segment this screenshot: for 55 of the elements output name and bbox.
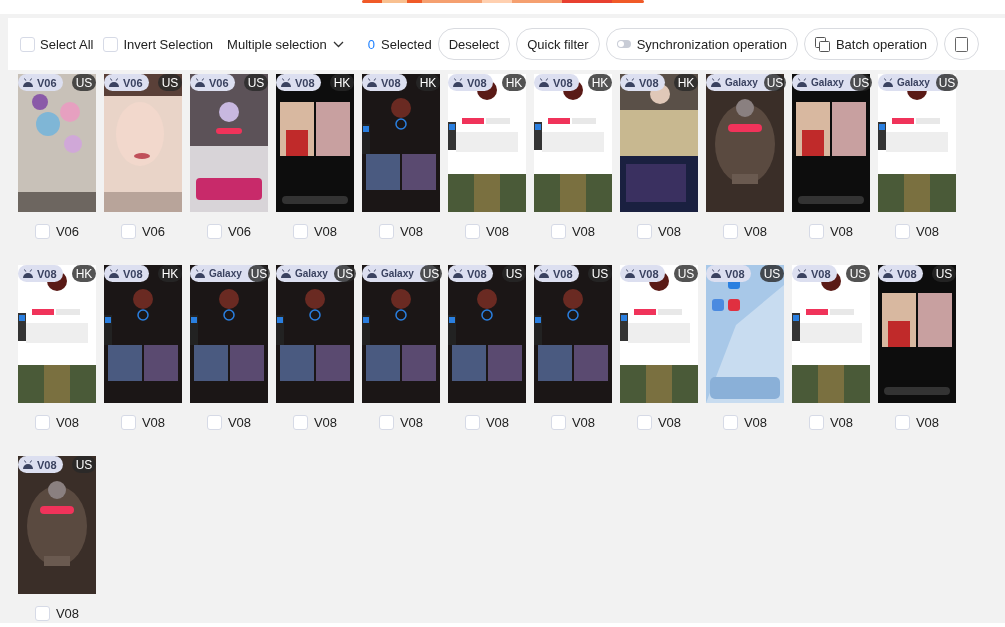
device-name: V08 [399, 224, 424, 239]
device-name: V08 [399, 415, 424, 430]
select-all-checkbox[interactable]: Select All [20, 36, 94, 52]
toolbar-button[interactable]: Synchronization operation [605, 28, 798, 60]
model-badge: V06 [18, 74, 63, 91]
device-name: V06 [55, 224, 80, 239]
device-name: V08 [485, 415, 510, 430]
region-badge: US [936, 74, 958, 91]
region-badge: US [334, 265, 356, 282]
selection-mode-dropdown[interactable]: Multiple selection [223, 36, 348, 52]
model-badge: V06 [190, 74, 235, 91]
device-name: V08 [313, 224, 338, 239]
model-badge: V08 [792, 265, 837, 282]
device-name: V08 [657, 224, 682, 239]
model-badge: V08 [448, 74, 493, 91]
model-badge: V06 [104, 74, 149, 91]
device-name: V08 [485, 224, 510, 239]
device-name: V08 [313, 415, 338, 430]
toolbar-button[interactable]: Batch operation [803, 28, 939, 60]
model-badge: V08 [878, 265, 923, 282]
region-badge: US [248, 265, 270, 282]
invert-selection-checkbox[interactable]: Invert Selection [103, 36, 214, 52]
model-badge: V08 [18, 456, 63, 473]
model-badge: V08 [18, 265, 63, 282]
model-badge: V08 [276, 74, 321, 91]
selected-count: 0 [367, 36, 376, 52]
model-badge: V08 [362, 74, 407, 91]
model-badge: V08 [104, 265, 149, 282]
device-name: V08 [55, 415, 80, 430]
toolbar-button[interactable]: Quick filter [516, 28, 600, 60]
device-name: V06 [227, 224, 252, 239]
model-badge: V08 [448, 265, 493, 282]
device-name: V08 [829, 415, 854, 430]
model-badge: V08 [620, 74, 665, 91]
model-badge: V08 [620, 265, 665, 282]
device-name: V08 [915, 415, 940, 430]
device-name: V06 [141, 224, 166, 239]
region-badge: US [764, 74, 786, 91]
model-badge: V08 [534, 74, 579, 91]
device-name: V08 [743, 415, 768, 430]
device-name: V08 [915, 224, 940, 239]
device-name: V08 [571, 415, 596, 430]
model-badge: V08 [706, 265, 751, 282]
model-badge: V08 [534, 265, 579, 282]
device-name: V08 [657, 415, 682, 430]
selected-label: Selected [381, 36, 432, 52]
device-name: V08 [141, 415, 166, 430]
device-name: V08 [55, 606, 80, 621]
device-name: V08 [227, 415, 252, 430]
toolbar-button[interactable]: Deselect [437, 28, 511, 60]
region-badge: US [420, 265, 442, 282]
region-badge: US [850, 74, 872, 91]
device-name: V08 [743, 224, 768, 239]
device-name: V08 [571, 224, 596, 239]
device-name: V08 [829, 224, 854, 239]
